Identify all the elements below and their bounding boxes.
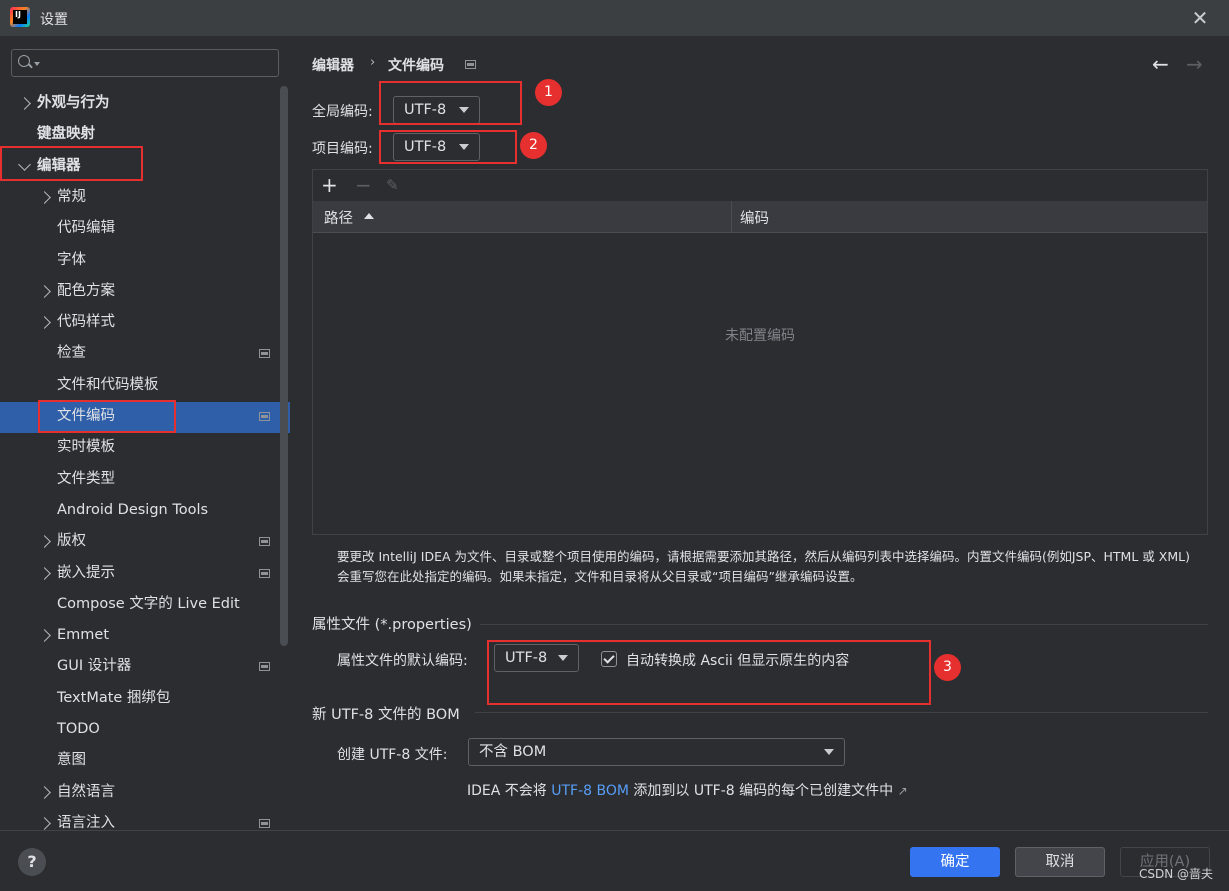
window-title: 设置 — [40, 12, 68, 28]
chevron-right-icon[interactable] — [38, 285, 51, 298]
back-arrow-icon[interactable]: ← — [1152, 52, 1169, 76]
external-link-icon: ↗ — [897, 784, 908, 798]
sidebar-item[interactable]: GUI 设计器 — [57, 651, 131, 682]
remove-icon[interactable]: − — [355, 173, 372, 197]
bom-note-prefix: IDEA 不会将 — [467, 783, 547, 799]
encoding-description: 要更改 IntelliJ IDEA 为文件、目录或整个项目使用的编码，请根据需要… — [337, 549, 1190, 584]
search-icon — [18, 55, 30, 67]
breadcrumb-current: 文件编码 — [388, 58, 444, 74]
sidebar-item[interactable]: 版权 — [57, 526, 86, 557]
chevron-right-icon[interactable] — [38, 567, 51, 580]
sidebar-item[interactable]: Android Design Tools — [57, 495, 208, 526]
column-header-path[interactable]: 路径 — [324, 207, 353, 228]
project-level-icon — [465, 60, 476, 69]
utf8-bom-link[interactable]: UTF-8 BOM — [551, 783, 629, 799]
annotation-badge-3: 3 — [934, 654, 961, 681]
chevron-right-icon[interactable] — [38, 629, 51, 642]
chevron-down-icon — [824, 749, 834, 755]
project-encoding-label: 项目编码: — [312, 141, 373, 157]
project-level-icon — [259, 537, 270, 546]
chevron-right-icon[interactable] — [38, 786, 51, 799]
annotation-box-3 — [487, 640, 931, 705]
section-divider — [480, 624, 1208, 625]
sidebar-item[interactable]: 代码样式 — [57, 307, 115, 338]
search-input[interactable] — [11, 49, 279, 77]
annotation-box-1 — [379, 81, 522, 125]
global-encoding-label: 全局编码: — [312, 104, 373, 120]
sidebar-item[interactable]: 语言注入 — [57, 808, 115, 830]
properties-default-label: 属性文件的默认编码: — [337, 653, 468, 669]
sidebar-item[interactable]: 常规 — [57, 182, 86, 213]
annotation-badge-1: 1 — [535, 79, 562, 106]
chevron-right-icon[interactable] — [18, 97, 31, 110]
annotation-badge-2: 2 — [520, 132, 547, 159]
section-divider — [475, 712, 1208, 713]
table-header: 路径 编码 — [313, 201, 1207, 233]
bom-note-suffix: 添加到以 UTF-8 编码的每个已创建文件中 — [633, 783, 894, 799]
sidebar-item[interactable]: 意图 — [57, 745, 86, 776]
sidebar-item[interactable]: 配色方案 — [57, 276, 115, 307]
project-level-icon — [259, 349, 270, 358]
chevron-right-icon[interactable] — [38, 535, 51, 548]
cancel-button[interactable]: 取消 — [1015, 847, 1105, 877]
encoding-table: + − ✎ 路径 编码 未配置编码 — [312, 169, 1208, 535]
sidebar-item[interactable]: 文件和代码模板 — [57, 370, 159, 401]
intellij-logo-icon: IJ — [10, 7, 30, 27]
sidebar-item[interactable]: 嵌入提示 — [57, 558, 115, 589]
bom-select-value: 不含 BOM — [479, 744, 547, 760]
create-utf8-label: 创建 UTF-8 文件: — [337, 747, 448, 763]
project-level-icon — [259, 819, 270, 828]
sort-ascending-icon — [364, 213, 374, 219]
forward-arrow-icon[interactable]: → — [1186, 52, 1203, 76]
sidebar-scrollbar[interactable] — [280, 86, 288, 646]
sidebar-item[interactable]: TODO — [57, 714, 100, 745]
sidebar-item[interactable]: 代码编辑 — [57, 213, 115, 244]
sidebar-item[interactable]: Emmet — [57, 620, 109, 651]
column-divider[interactable] — [731, 201, 732, 232]
bom-select[interactable]: 不含 BOM — [468, 738, 845, 766]
bom-note: IDEA 不会将 UTF-8 BOM 添加到以 UTF-8 编码的每个已创建文件… — [467, 780, 908, 800]
chevron-right-icon[interactable] — [38, 817, 51, 830]
project-level-icon — [259, 412, 270, 421]
add-icon[interactable]: + — [321, 173, 338, 197]
edit-pencil-icon[interactable]: ✎ — [386, 176, 399, 194]
sidebar-item[interactable]: 检查 — [57, 338, 86, 369]
chevron-right-icon[interactable] — [38, 316, 51, 329]
close-icon[interactable]: ✕ — [1188, 6, 1212, 30]
title-bar: IJ 设置 ✕ — [0, 0, 1229, 36]
column-header-encoding[interactable]: 编码 — [740, 207, 769, 228]
breadcrumb-separator-icon: › — [370, 55, 376, 70]
sidebar-item[interactable]: TextMate 捆绑包 — [57, 683, 170, 714]
main-panel: 编辑器 › 文件编码 ← → 全局编码: UTF-8 1 项目编码: UTF-8… — [290, 36, 1229, 830]
chevron-down-icon — [34, 62, 40, 66]
table-toolbar: + − ✎ — [313, 170, 1207, 202]
sidebar-item[interactable]: Compose 文字的 Live Edit — [57, 589, 240, 620]
annotation-box-2 — [379, 130, 517, 164]
sidebar-item[interactable]: 自然语言 — [57, 777, 115, 808]
watermark-text: CSDN @啬夫 — [1139, 867, 1214, 881]
sidebar-item[interactable]: 文件类型 — [57, 464, 115, 495]
sidebar-item[interactable]: 外观与行为 — [37, 88, 110, 119]
settings-sidebar: 外观与行为 键盘映射 编辑器 常规 代码编辑 字体 配色方案 代码样式 检查 文件和代码模板 文件编… — [0, 36, 290, 830]
chevron-right-icon[interactable] — [38, 191, 51, 204]
help-button[interactable]: ? — [18, 848, 46, 876]
breadcrumb-parent[interactable]: 编辑器 — [312, 55, 354, 75]
annotation-box-file-encoding — [38, 400, 176, 433]
project-level-icon — [259, 569, 270, 578]
dialog-footer: ? 确定 取消 应用(A) CSDN @啬夫 — [0, 830, 1229, 891]
sidebar-item[interactable]: 实时模板 — [57, 432, 115, 463]
properties-section-title: 属性文件 (*.properties) — [312, 617, 472, 633]
bom-section-title: 新 UTF-8 文件的 BOM — [312, 707, 460, 723]
annotation-box-editor — [0, 146, 143, 181]
table-empty-text: 未配置编码 — [725, 328, 795, 344]
project-level-icon — [259, 662, 270, 671]
sidebar-item[interactable]: 字体 — [57, 245, 86, 276]
ok-button[interactable]: 确定 — [910, 847, 1000, 877]
